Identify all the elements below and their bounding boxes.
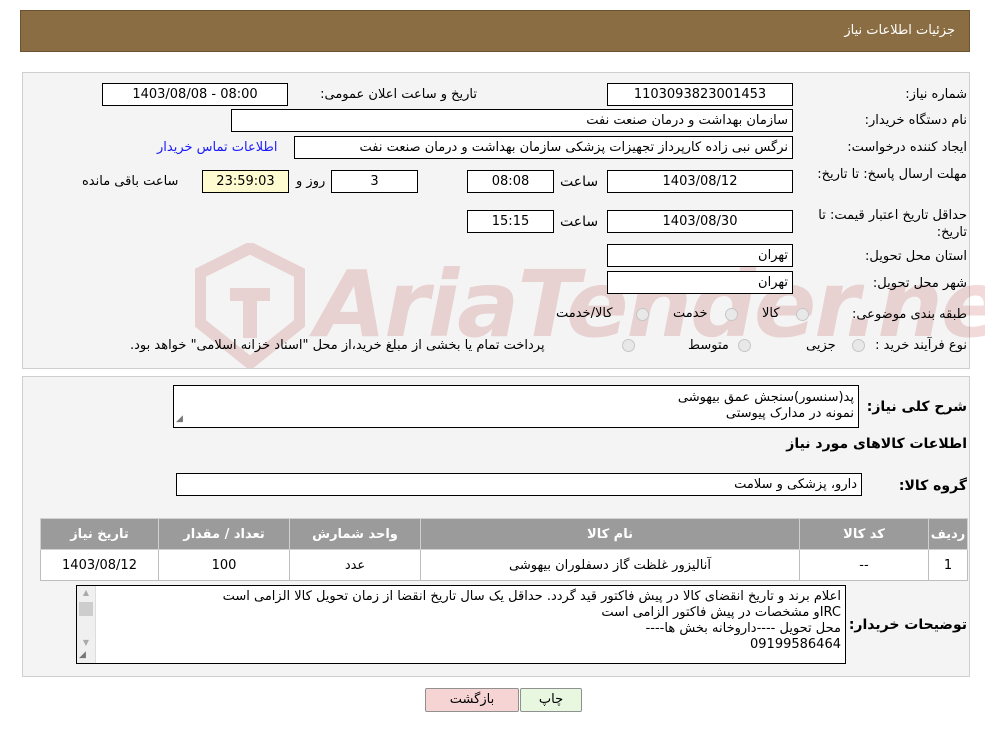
resize-handle-icon[interactable]: ◢ [176, 411, 183, 427]
goods-group-field: دارو، پزشکی و سلامت [176, 473, 862, 496]
remaining-time-field: 23:59:03 [202, 170, 289, 193]
category-service-radio[interactable] [725, 308, 738, 321]
col-row-number: ردیف [928, 518, 968, 550]
description-label: شرح کلی نیاز: [866, 399, 967, 415]
col-item-name: نام کالا [420, 518, 800, 550]
col-need-date: تاریخ نیاز [40, 518, 159, 550]
need-number-field: 1103093823001453 [607, 83, 793, 106]
city-label: شهر محل تحویل: [872, 276, 967, 291]
days-field: 3 [331, 170, 418, 193]
goods-group-label: گروه کالا: [898, 478, 967, 494]
cell-unit: عدد [289, 549, 421, 581]
process-minor-radio[interactable] [852, 339, 865, 352]
back-button[interactable]: بازگشت [425, 688, 519, 712]
buyer-label: نام دستگاه خریدار: [864, 113, 967, 128]
city-field: تهران [607, 271, 793, 294]
page-header: جزئیات اطلاعات نیاز [20, 10, 970, 52]
validity-label: حداقل تاریخ اعتبار قیمت: تا تاریخ: [818, 208, 967, 240]
table-row: 1 -- آنالیزور غلظت گاز دسفلوران بیهوشی ع… [40, 549, 968, 581]
items-section-title: اطلاعات کالاهای مورد نیاز [786, 436, 967, 452]
province-label: استان محل تحویل: [865, 249, 967, 264]
category-both-label: کالا/خدمت [556, 306, 613, 321]
deadline-date-field: 1403/08/12 [607, 170, 793, 193]
process-treasury-note: پرداخت تمام یا بخشی از مبلغ خرید،از محل … [130, 338, 545, 353]
category-service-label: خدمت [673, 306, 708, 321]
remaining-label: ساعت باقی مانده [82, 174, 179, 189]
cell-item-name: آنالیزور غلظت گاز دسفلوران بیهوشی [420, 549, 800, 581]
cell-row-number: 1 [928, 549, 968, 581]
announce-label: تاریخ و ساعت اعلان عمومی: [320, 87, 477, 102]
process-label: نوع فرآیند خرید : [875, 338, 967, 353]
category-goods-radio[interactable] [796, 308, 809, 321]
table-header-row: ردیف کد کالا نام کالا واحد شمارش تعداد /… [40, 518, 968, 550]
need-number-label: شماره نیاز: [905, 87, 967, 102]
description-line-1: پد(سنسور)سنجش عمق بیهوشی [677, 390, 854, 405]
province-field: تهران [607, 244, 793, 267]
deadline-time-field: 08:08 [467, 170, 554, 193]
scroll-up-arrow-icon[interactable]: ▲ [77, 586, 95, 600]
buyer-notes-label: توضیحات خریدار: [848, 617, 967, 633]
process-medium-label: متوسط [688, 338, 729, 353]
col-item-code: کد کالا [799, 518, 929, 550]
creator-label: ایجاد کننده درخواست: [847, 140, 967, 155]
buyer-notes-line-2: IRCو مشخصات در پیش فاکتور الزامی است [601, 605, 841, 620]
page-title: جزئیات اطلاعات نیاز [844, 23, 955, 38]
description-line-2: نمونه در مدارک پیوستی [725, 406, 854, 421]
validity-date-field: 1403/08/30 [607, 210, 793, 233]
col-unit: واحد شمارش [289, 518, 421, 550]
category-goods-label: کالا [762, 306, 780, 321]
category-both-radio[interactable] [636, 308, 649, 321]
creator-field: نرگس نبی زاده کارپرداز تجهیزات پزشکی ساز… [294, 136, 793, 159]
announce-datetime-field: 1403/08/08 - 08:00 [102, 83, 288, 106]
process-treasury-radio[interactable] [622, 339, 635, 352]
cell-quantity: 100 [158, 549, 290, 581]
deadline-time-label: ساعت [560, 174, 599, 190]
cell-item-code: -- [799, 549, 929, 581]
scroll-thumb[interactable] [79, 602, 93, 616]
process-minor-label: جزیی [806, 338, 836, 353]
deadline-label: مهلت ارسال پاسخ: تا تاریخ: [817, 167, 967, 182]
print-button[interactable]: چاپ [520, 688, 582, 712]
buyer-notes-line-1: اعلام برند و تاریخ انقضای کالا در پیش فا… [222, 589, 841, 604]
description-textarea[interactable]: پد(سنسور)سنجش عمق بیهوشی نمونه در مدارک … [173, 385, 859, 428]
items-table: ردیف کد کالا نام کالا واحد شمارش تعداد /… [40, 518, 968, 581]
buyer-field: سازمان بهداشت و درمان صنعت نفت [231, 109, 793, 132]
validity-time-field: 15:15 [467, 210, 554, 233]
days-label: روز و [296, 174, 326, 189]
buyer-notes-line-4: 09199586464 [750, 637, 841, 652]
validity-time-label: ساعت [560, 214, 599, 230]
process-medium-radio[interactable] [738, 339, 751, 352]
buyer-notes-textarea[interactable]: اعلام برند و تاریخ انقضای کالا در پیش فا… [76, 585, 846, 664]
col-quantity: تعداد / مقدار [158, 518, 290, 550]
buyer-notes-line-3: محل تحویل ----داروخانه بخش ها---- [645, 621, 841, 636]
category-label: طبقه بندی موضوعی: [851, 307, 967, 322]
notes-resize-handle-icon[interactable]: ◢ [79, 647, 86, 663]
cell-need-date: 1403/08/12 [40, 549, 159, 581]
buyer-contact-link[interactable]: اطلاعات تماس خریدار [157, 140, 277, 155]
